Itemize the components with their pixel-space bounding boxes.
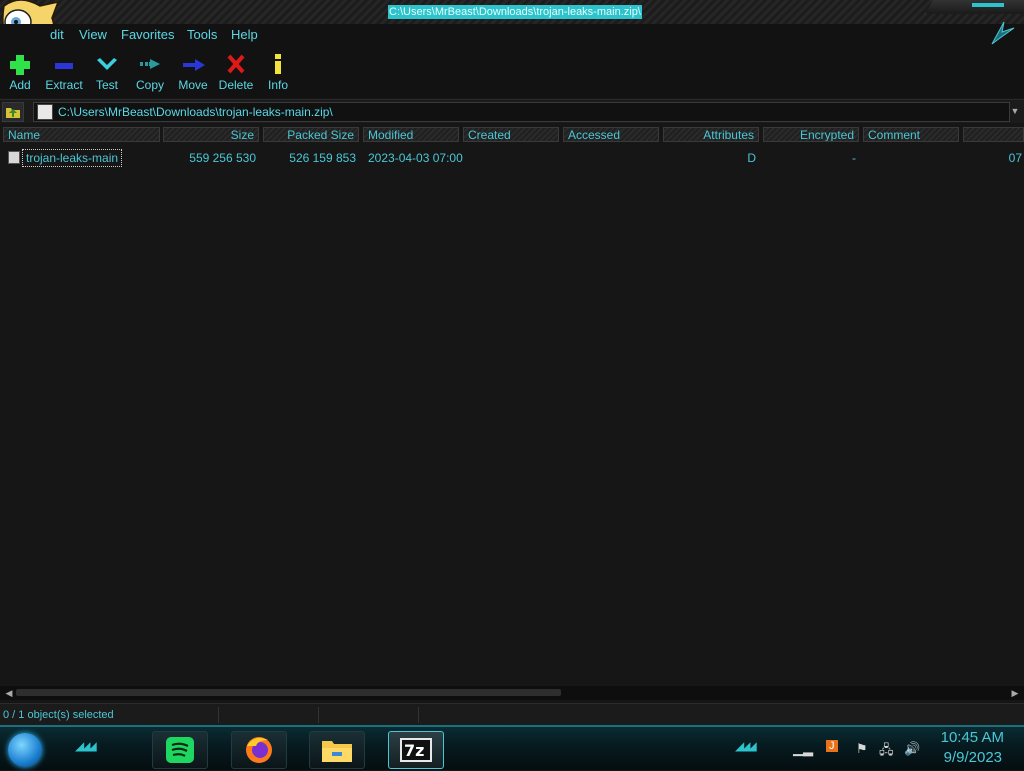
column-header-overflow[interactable] bbox=[963, 127, 1024, 142]
window-controls[interactable] bbox=[925, 0, 1024, 14]
firefox-icon bbox=[246, 737, 272, 763]
taskbar-7zip[interactable]: 7z bbox=[388, 731, 444, 769]
column-header-modified[interactable]: Modified bbox=[363, 127, 459, 142]
status-divider bbox=[318, 707, 319, 723]
taskbar: ◢◢◢ 7z ◢◢◢ ▁▂ J ⚑ 🖧 🔊 10:45 AM 9/9/2023 bbox=[0, 725, 1024, 770]
column-header-encrypted[interactable]: Encrypted bbox=[763, 127, 859, 142]
network-icon[interactable]: 🖧 bbox=[879, 741, 894, 763]
zip-archive-icon bbox=[37, 104, 53, 120]
folder-up-button[interactable] bbox=[2, 102, 24, 122]
horizontal-scrollbar[interactable]: ◀ ▶ bbox=[0, 686, 1024, 700]
table-cell-size: 559 256 530 bbox=[189, 151, 256, 165]
taskbar-firefox[interactable] bbox=[231, 731, 287, 769]
info-icon bbox=[275, 54, 281, 74]
column-header-created[interactable]: Created bbox=[463, 127, 559, 142]
menu-favorites[interactable]: Favorites bbox=[121, 27, 174, 42]
column-header-packed-size[interactable]: Packed Size bbox=[263, 127, 359, 142]
menu-bar: dit View Favorites Tools Help bbox=[0, 24, 1024, 46]
spotify-icon bbox=[166, 737, 194, 763]
clock-date[interactable]: 9/9/2023 bbox=[944, 749, 1002, 766]
chevron-down-icon[interactable]: ▼ bbox=[1008, 102, 1022, 120]
column-header-accessed[interactable]: Accessed bbox=[563, 127, 659, 142]
table-cell-attributes: D bbox=[747, 151, 756, 165]
status-bar: 0 / 1 object(s) selected bbox=[0, 703, 1024, 726]
table-cell-modified: 2023-04-03 07:00 bbox=[368, 151, 463, 165]
address-bar: C:\Users\MrBeast\Downloads\trojan-leaks-… bbox=[0, 99, 1024, 123]
scroll-left-icon[interactable]: ◀ bbox=[2, 686, 16, 700]
java-tray-icon[interactable]: J bbox=[826, 740, 838, 752]
cursor-logo-icon bbox=[991, 21, 1015, 45]
title-bar: C:\Users\MrBeast\Downloads\trojan-leaks-… bbox=[0, 0, 1024, 25]
menu-help[interactable]: Help bbox=[231, 27, 258, 42]
7zip-label: 7z bbox=[404, 741, 425, 760]
table-row-name[interactable]: trojan-leaks-main bbox=[22, 149, 123, 167]
address-input[interactable]: C:\Users\MrBeast\Downloads\trojan-leaks-… bbox=[33, 102, 1010, 122]
action-center-flag-icon[interactable]: ⚑ bbox=[856, 741, 868, 757]
info-label: Info bbox=[267, 78, 288, 92]
volume-icon[interactable]: 🔊 bbox=[904, 741, 920, 757]
column-header-attributes[interactable]: Attributes bbox=[663, 127, 759, 142]
status-selection: 0 / 1 object(s) selected bbox=[3, 709, 114, 721]
menu-tools[interactable]: Tools bbox=[187, 27, 217, 42]
table-cell-encrypted: - bbox=[852, 151, 856, 165]
table-cell-overflow: 07 bbox=[1008, 151, 1022, 165]
table-cell-packed-size: 526 159 853 bbox=[289, 151, 356, 165]
scrollbar-thumb[interactable] bbox=[16, 689, 561, 696]
column-header-name[interactable]: Name bbox=[3, 127, 160, 142]
start-button[interactable] bbox=[8, 733, 42, 767]
status-divider bbox=[218, 707, 219, 723]
menu-view[interactable]: View bbox=[79, 27, 107, 42]
column-header-comment[interactable]: Comment bbox=[863, 127, 959, 142]
folder-icon bbox=[8, 151, 20, 164]
file-explorer-icon bbox=[322, 741, 352, 762]
taskbar-spotify[interactable] bbox=[152, 731, 208, 769]
menu-edit[interactable]: dit bbox=[50, 27, 64, 42]
show-hidden-icons-icon[interactable]: ▁▂ bbox=[793, 741, 813, 757]
file-list[interactable]: Name Size Packed Size Modified Created A… bbox=[0, 124, 1024, 686]
scroll-right-icon[interactable]: ▶ bbox=[1008, 686, 1022, 700]
clock-time[interactable]: 10:45 AM bbox=[941, 729, 1004, 746]
status-divider bbox=[418, 707, 419, 723]
window-title: C:\Users\MrBeast\Downloads\trojan-leaks-… bbox=[388, 5, 642, 19]
chevron-decor-icon: ◢◢◢ bbox=[735, 739, 757, 753]
folder-up-icon bbox=[6, 108, 20, 118]
column-header-size[interactable]: Size bbox=[163, 127, 259, 142]
chevron-decor-icon: ◢◢◢ bbox=[75, 739, 97, 753]
info-button[interactable]: Info bbox=[252, 52, 304, 96]
toolbar: Add Extract Test Copy Move Delete Info bbox=[0, 46, 1024, 98]
address-path: C:\Users\MrBeast\Downloads\trojan-leaks-… bbox=[58, 105, 333, 119]
taskbar-file-explorer[interactable] bbox=[309, 731, 365, 769]
